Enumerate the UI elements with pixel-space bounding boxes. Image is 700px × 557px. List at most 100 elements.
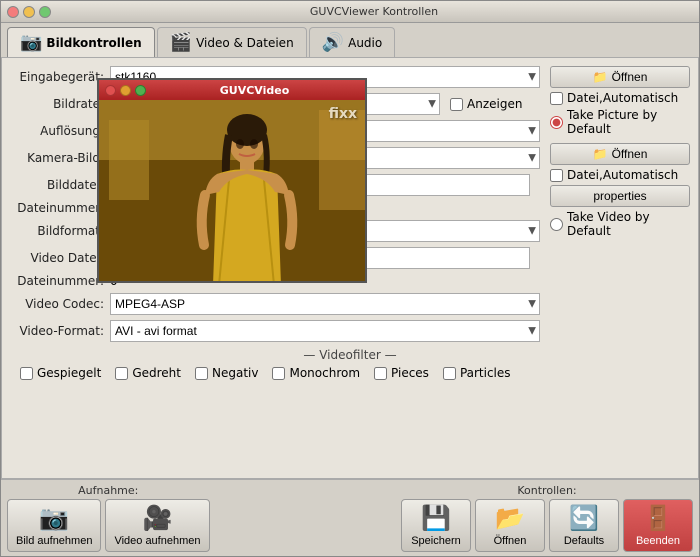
bottom-bar: Aufnahme: 📷 Bild aufnehmen 🎥 Video aufne…: [1, 479, 699, 556]
main-window: GUVCViewer Kontrollen 📷 Bildkontrollen 🎬…: [0, 0, 700, 557]
aufloesung-label: Auflösung:: [10, 124, 110, 138]
tab-audio[interactable]: 🔊 Audio: [309, 27, 396, 57]
gespiegelt-checkbox-label: Gespiegelt: [20, 366, 101, 380]
particles-checkbox[interactable]: [443, 367, 456, 380]
gespiegelt-checkbox[interactable]: [20, 367, 33, 380]
kontrollen-buttons: 💾 Speichern 📂 Öffnen 🔄 Defaults 🚪 Beende…: [401, 499, 693, 552]
gedreht-checkbox[interactable]: [115, 367, 128, 380]
oeffnen1-button[interactable]: 📁 Öffnen: [550, 66, 690, 88]
window-title: GUVCViewer Kontrollen: [55, 5, 693, 18]
video-datei-label: Video Datei:: [10, 251, 110, 265]
video-format-label: Video-Format:: [10, 324, 110, 338]
datei-automatisch1-text: Datei,Automatisch: [567, 91, 678, 105]
video-titlebar: GUVCVideo: [99, 80, 365, 100]
exit-icon: 🚪: [643, 504, 673, 533]
gedreht-checkbox-label: Gedreht: [115, 366, 181, 380]
beenden-label: Beenden: [636, 535, 680, 547]
oeffnen2-button[interactable]: 📁 Öffnen: [550, 143, 690, 165]
negativ-label: Negativ: [212, 366, 258, 380]
negativ-checkbox-label: Negativ: [195, 366, 258, 380]
take-video-text: Take Video by Default: [567, 210, 690, 238]
video-icon: 🎥: [143, 504, 173, 533]
videofilter-row: Gespiegelt Gedreht Negativ Monochrom Pie…: [10, 366, 690, 380]
bildkontrollen-icon: 📷: [20, 32, 42, 53]
folder-icon-1: 📁: [593, 70, 608, 84]
video-aufnehmen-button[interactable]: 🎥 Video aufnehmen: [105, 499, 209, 552]
eingabegerat-label: Eingabegerät:: [10, 70, 110, 84]
tab-audio-label: Audio: [348, 36, 382, 50]
bild-aufnehmen-button[interactable]: 📷 Bild aufnehmen: [7, 499, 101, 552]
pieces-checkbox[interactable]: [374, 367, 387, 380]
take-picture-label: Take Picture by Default: [550, 108, 690, 136]
video-popup-title: GUVCVideo: [150, 84, 359, 97]
video-codec-select[interactable]: MPEG4-ASP: [110, 293, 540, 315]
datei-automatisch2-checkbox[interactable]: [550, 169, 563, 182]
oeffnen-bottom-label: Öffnen: [494, 535, 527, 547]
oeffnen1-label: Öffnen: [612, 70, 648, 84]
negativ-checkbox[interactable]: [195, 367, 208, 380]
monochrom-label: Monochrom: [289, 366, 360, 380]
anzeigen-checkbox[interactable]: [450, 98, 463, 111]
main-content: Eingabegerät: stk1160 Bildrate: 25/1 fps…: [1, 57, 699, 479]
speichern-button[interactable]: 💾 Speichern: [401, 499, 471, 552]
video-figure: [99, 100, 365, 281]
kontrollen-section: Kontrollen: 💾 Speichern 📂 Öffnen 🔄 Defau…: [401, 484, 693, 552]
particles-label: Particles: [460, 366, 511, 380]
datei-automatisch1-label: Datei,Automatisch: [550, 91, 690, 105]
bild-aufnehmen-label: Bild aufnehmen: [16, 535, 92, 547]
video-content: fixx: [99, 100, 365, 281]
bildformat-label: Bildformat:: [10, 224, 110, 238]
properties-button[interactable]: properties: [550, 185, 690, 207]
oeffnen2-label: Öffnen: [612, 147, 648, 161]
take-video-radio[interactable]: [550, 218, 563, 231]
take-video-label: Take Video by Default: [550, 210, 690, 238]
gespiegelt-label: Gespiegelt: [37, 366, 101, 380]
video-format-row: Video-Format: AVI - avi format: [10, 320, 690, 342]
anzeigen-label: Anzeigen: [467, 97, 522, 111]
properties-label: properties: [593, 189, 646, 203]
anzeigen-row: Anzeigen: [450, 97, 522, 111]
aufnahme-label: Aufnahme:: [78, 484, 138, 497]
tab-bildkontrollen-label: Bildkontrollen: [46, 36, 141, 50]
monochrom-checkbox-label: Monochrom: [272, 366, 360, 380]
beenden-button[interactable]: 🚪 Beenden: [623, 499, 693, 552]
dateinummer1-label: Dateinummer:: [10, 201, 110, 215]
video-format-select[interactable]: AVI - avi format: [110, 320, 540, 342]
datei-automatisch1-checkbox[interactable]: [550, 92, 563, 105]
tab-bildkontrollen[interactable]: 📷 Bildkontrollen: [7, 27, 155, 57]
defaults-label: Defaults: [564, 535, 604, 547]
video-popup: GUVCVideo: [97, 78, 367, 283]
tab-video-dateien[interactable]: 🎬 Video & Dateien: [157, 27, 307, 57]
bildrate-label: Bildrate:: [10, 97, 110, 111]
camera-icon: 📷: [39, 504, 69, 533]
video-codec-row: Video Codec: MPEG4-ASP: [10, 293, 690, 315]
datei-automatisch2-label: Datei,Automatisch: [550, 168, 690, 182]
tab-video-dateien-label: Video & Dateien: [196, 36, 294, 50]
pieces-checkbox-label: Pieces: [374, 366, 429, 380]
bilddatei-label: Bilddatei:: [10, 178, 110, 192]
video-max-btn[interactable]: [135, 85, 146, 96]
video-min-btn[interactable]: [120, 85, 131, 96]
kamera-bild-label: Kamera-Bild:: [10, 151, 110, 165]
aufnahme-buttons: 📷 Bild aufnehmen 🎥 Video aufnehmen: [7, 499, 210, 552]
max-btn[interactable]: [39, 6, 51, 18]
titlebar: GUVCViewer Kontrollen: [1, 1, 699, 23]
video-frame: fixx: [99, 100, 365, 281]
oeffnen-bottom-button[interactable]: 📂 Öffnen: [475, 499, 545, 552]
video-overlay-text: fixx: [329, 106, 357, 122]
monochrom-checkbox[interactable]: [272, 367, 285, 380]
videofilter-title: — Videofilter —: [10, 348, 690, 362]
dateinummer2-label: Dateinummer:: [10, 274, 110, 288]
audio-icon: 🔊: [322, 32, 344, 53]
pieces-label: Pieces: [391, 366, 429, 380]
folder-open-icon: 📂: [495, 504, 525, 533]
video-close-btn[interactable]: [105, 85, 116, 96]
close-btn[interactable]: [7, 6, 19, 18]
defaults-button[interactable]: 🔄 Defaults: [549, 499, 619, 552]
tab-bar: 📷 Bildkontrollen 🎬 Video & Dateien 🔊 Aud…: [1, 23, 699, 57]
min-btn[interactable]: [23, 6, 35, 18]
refresh-icon: 🔄: [569, 504, 599, 533]
video-codec-label: Video Codec:: [10, 297, 110, 311]
save-icon: 💾: [421, 504, 451, 533]
take-picture-radio[interactable]: [550, 116, 563, 129]
